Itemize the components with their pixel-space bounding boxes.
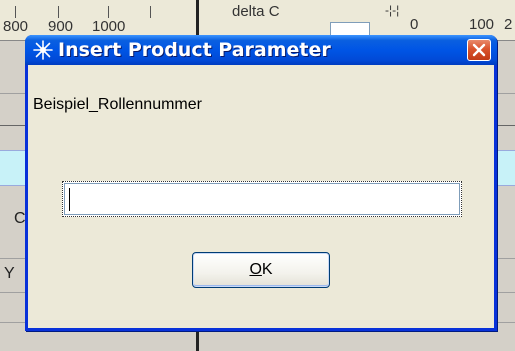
sparkle-icon bbox=[32, 39, 54, 61]
dialog-titlebar[interactable]: Insert Product Parameter bbox=[25, 35, 497, 65]
ok-button[interactable]: OK bbox=[192, 252, 330, 288]
axis-value-0: 0 bbox=[410, 16, 419, 33]
parameter-input[interactable] bbox=[62, 181, 462, 217]
ok-button-label: K bbox=[261, 261, 273, 278]
text-caret bbox=[69, 188, 70, 211]
axis-tick-marks: -¦-¦ bbox=[385, 3, 400, 17]
ruler-tick bbox=[58, 6, 59, 18]
ruler-label-900: 900 bbox=[48, 18, 74, 35]
dialog-title: Insert Product Parameter bbox=[58, 39, 331, 61]
ok-button-mnemonic: O bbox=[249, 261, 262, 278]
ruler-label-1000: 1000 bbox=[92, 18, 126, 35]
close-button[interactable] bbox=[467, 39, 491, 61]
ruler-tick bbox=[108, 6, 109, 18]
axis-value-100: 100 bbox=[469, 16, 495, 33]
background-letter-c: C bbox=[14, 210, 26, 227]
ruler-tick bbox=[150, 6, 151, 18]
prompt-label: Beispiel_Rollennummer bbox=[33, 96, 202, 113]
axis-value-suffix: 2 bbox=[504, 16, 513, 33]
ruler-label-800: 800 bbox=[3, 18, 29, 35]
ruler-tick bbox=[15, 6, 16, 18]
close-icon bbox=[472, 43, 486, 57]
column-header-delta-c: delta C bbox=[232, 3, 280, 20]
background-letter-y: Y bbox=[4, 265, 15, 282]
